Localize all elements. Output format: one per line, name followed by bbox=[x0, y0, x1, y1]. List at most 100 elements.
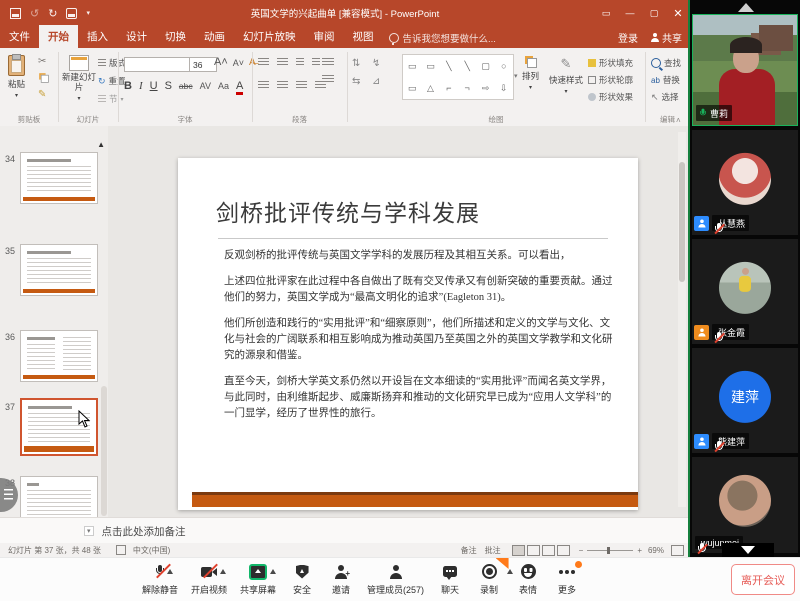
chat-button[interactable]: 聊天 bbox=[437, 563, 463, 596]
qat-customize-icon[interactable]: ▾ bbox=[86, 9, 90, 17]
bold-button[interactable]: B bbox=[124, 80, 132, 92]
minimize-icon[interactable]: — bbox=[618, 0, 642, 26]
tab-view[interactable]: 视图 bbox=[344, 25, 383, 48]
normal-view-icon[interactable] bbox=[512, 545, 525, 556]
tab-slideshow[interactable]: 幻灯片放映 bbox=[234, 25, 305, 48]
quick-styles-button[interactable]: ✎ 快速样式 ▾ bbox=[548, 56, 584, 95]
strikethrough-button[interactable]: abc bbox=[179, 81, 193, 91]
record-button[interactable]: 录制 bbox=[476, 563, 502, 596]
font-color-button[interactable]: A bbox=[236, 81, 243, 95]
font-size-combobox[interactable]: 36 bbox=[189, 57, 217, 72]
share-options-caret[interactable] bbox=[270, 569, 276, 574]
language-indicator[interactable]: 中文(中国) bbox=[133, 545, 170, 556]
reading-view-icon[interactable] bbox=[542, 545, 555, 556]
order-icon[interactable]: ⊿ bbox=[372, 76, 380, 87]
start-video-button[interactable]: 开启视频 bbox=[191, 563, 227, 596]
text-direction-icon[interactable] bbox=[322, 58, 334, 67]
save-icon[interactable] bbox=[10, 8, 21, 19]
share-button[interactable]: 共享 bbox=[650, 30, 682, 45]
redo-icon[interactable]: ↻ bbox=[48, 7, 57, 20]
bullets-icon[interactable] bbox=[258, 58, 269, 67]
close-icon[interactable]: ✕ bbox=[666, 0, 690, 26]
security-button[interactable]: 安全 bbox=[289, 563, 315, 596]
increase-indent-icon[interactable] bbox=[312, 58, 320, 67]
thumbnail-slide-38[interactable] bbox=[20, 476, 98, 517]
italic-button[interactable]: I bbox=[139, 80, 143, 92]
tab-animations[interactable]: 动画 bbox=[195, 25, 234, 48]
more-button[interactable]: 更多 bbox=[554, 563, 580, 596]
slideshow-view-icon[interactable] bbox=[557, 545, 570, 556]
video-options-caret[interactable] bbox=[220, 569, 226, 574]
video-tile-5[interactable]: wujunmei bbox=[692, 457, 798, 553]
new-slide-button[interactable]: 新建幻灯片 ▾ bbox=[62, 55, 96, 102]
thumb-scroll-up-icon[interactable]: ▲ bbox=[97, 140, 105, 149]
decrease-font-icon[interactable]: A˅ bbox=[233, 58, 244, 68]
record-options-caret[interactable] bbox=[507, 569, 513, 574]
tab-home[interactable]: 开始 bbox=[39, 25, 78, 48]
align-right-icon[interactable] bbox=[296, 81, 307, 90]
restore-icon[interactable]: ▢ bbox=[642, 0, 666, 26]
paste-button[interactable]: 粘贴 ▾ bbox=[8, 55, 25, 99]
sign-in-button[interactable]: 登录 bbox=[618, 30, 638, 45]
slideshow-icon[interactable] bbox=[66, 8, 77, 19]
thumbnail-slide-36[interactable] bbox=[20, 330, 98, 382]
zoom-out-icon[interactable]: − bbox=[579, 546, 584, 555]
thumbnail-slide-35[interactable] bbox=[20, 244, 98, 296]
tab-design[interactable]: 设计 bbox=[117, 25, 156, 48]
share-screen-button[interactable]: 共享屏幕 bbox=[240, 563, 276, 596]
mic-options-caret[interactable] bbox=[167, 569, 173, 574]
align-text-icon[interactable] bbox=[322, 75, 334, 84]
ribbon-options-icon[interactable]: ▭ bbox=[594, 0, 618, 26]
thumbnail-scrollbar[interactable] bbox=[101, 386, 107, 516]
change-case-button[interactable]: Aa bbox=[218, 81, 229, 91]
increase-font-icon[interactable]: A˄ bbox=[214, 56, 228, 68]
tab-file[interactable]: 文件 bbox=[0, 25, 39, 48]
thumbnail-slide-34[interactable] bbox=[20, 152, 98, 204]
align-center-icon[interactable] bbox=[277, 81, 288, 90]
notes-collapse-icon[interactable]: ▾ bbox=[84, 526, 94, 536]
decrease-indent-icon[interactable] bbox=[296, 58, 304, 67]
character-spacing-button[interactable]: AV bbox=[200, 81, 211, 91]
cut-icon[interactable]: ✂ bbox=[38, 56, 50, 67]
invite-button[interactable]: + 邀请 bbox=[328, 563, 354, 596]
numbering-icon[interactable] bbox=[277, 58, 288, 67]
zoom-in-icon[interactable]: + bbox=[637, 546, 642, 555]
find-button[interactable]: 查找 bbox=[651, 57, 681, 69]
video-tile-1[interactable]: 曹莉 bbox=[692, 14, 798, 126]
emoji-button[interactable]: 表情 bbox=[515, 563, 541, 596]
fit-to-window-icon[interactable] bbox=[671, 545, 684, 556]
scroll-up-icon[interactable] bbox=[738, 3, 754, 12]
tell-me-box[interactable]: 告诉我您想要做什么... bbox=[389, 31, 496, 45]
smartart-icon[interactable]: ⇆ bbox=[352, 76, 360, 87]
shape-fill-button[interactable]: 形状填充 bbox=[588, 57, 633, 69]
shape-effects-button[interactable]: 形状效果 bbox=[588, 91, 633, 103]
current-slide-canvas[interactable]: 剑桥批评传统与学科发展 反观剑桥的批评传统与英国文学学科的发展历程及其相互关系。… bbox=[178, 158, 638, 510]
shape-outline-button[interactable]: 形状轮廓 bbox=[588, 74, 633, 86]
manage-members-button[interactable]: 管理成员(257) bbox=[367, 563, 424, 596]
slide-sorter-view-icon[interactable] bbox=[527, 545, 540, 556]
collapse-sidebar-button[interactable] bbox=[722, 543, 774, 557]
unmute-button[interactable]: 解除静音 bbox=[142, 563, 178, 596]
slide-scrollbar[interactable] bbox=[678, 132, 686, 507]
collapse-ribbon-icon[interactable]: ˄ bbox=[676, 116, 681, 125]
tab-review[interactable]: 审阅 bbox=[305, 25, 344, 48]
tab-insert[interactable]: 插入 bbox=[78, 25, 117, 48]
paste-dropdown-icon[interactable]: ▾ bbox=[15, 92, 18, 99]
tab-transitions[interactable]: 切换 bbox=[156, 25, 195, 48]
align-left-icon[interactable] bbox=[258, 81, 269, 90]
select-button[interactable]: ↖选择 bbox=[651, 91, 681, 103]
video-tile-4[interactable]: 建萍 熊建萍 bbox=[692, 348, 798, 453]
zoom-level[interactable]: 69% bbox=[648, 546, 664, 555]
columns-icon[interactable]: ⇅ bbox=[352, 58, 360, 69]
leave-meeting-button[interactable]: 离开会议 bbox=[731, 564, 795, 595]
notes-toggle[interactable]: 备注 bbox=[461, 545, 477, 556]
underline-button[interactable]: U bbox=[150, 80, 158, 92]
rotate-icon[interactable]: ↯ bbox=[372, 58, 380, 69]
video-tile-2[interactable]: 丛慧燕 bbox=[692, 130, 798, 235]
shapes-more-icon[interactable]: ▾ bbox=[514, 72, 518, 80]
copy-icon[interactable] bbox=[39, 73, 49, 83]
shapes-gallery[interactable]: ▭▭ ╲╲ ▢○ ▭△ ⌐¬ ⇨⇩ bbox=[402, 54, 514, 100]
zoom-slider[interactable] bbox=[587, 550, 633, 551]
shadow-button[interactable]: S bbox=[165, 80, 172, 92]
undo-icon[interactable]: ↺ bbox=[30, 7, 39, 20]
